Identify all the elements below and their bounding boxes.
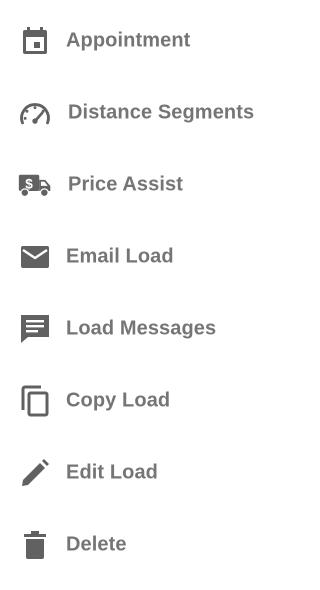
menu-item-label: Email Load <box>66 245 174 268</box>
menu-item-label: Copy Load <box>66 389 171 412</box>
menu-item-copy-load[interactable]: Copy Load <box>0 373 270 429</box>
menu-item-distance-segments[interactable]: Distance Segments <box>0 85 270 141</box>
menu-item-label: Edit Load <box>66 461 159 484</box>
context-menu: Appointment Distance Segments $ Price As… <box>0 0 270 590</box>
menu-item-label: Load Messages <box>66 317 217 340</box>
menu-item-label: Price Assist <box>68 173 183 196</box>
envelope-icon <box>18 240 52 274</box>
dollar-truck-icon: $ <box>18 168 52 202</box>
menu-item-edit-load[interactable]: Edit Load <box>0 445 270 501</box>
menu-item-delete[interactable]: Delete <box>0 517 270 573</box>
trash-icon <box>18 528 52 562</box>
menu-item-email-load[interactable]: Email Load <box>0 229 270 285</box>
pencil-icon <box>18 456 52 490</box>
speedometer-icon <box>18 96 52 130</box>
copy-icon <box>18 384 52 418</box>
menu-item-label: Appointment <box>66 29 191 52</box>
menu-item-label: Distance Segments <box>68 101 255 124</box>
message-icon <box>18 312 52 346</box>
svg-text:$: $ <box>25 176 33 191</box>
menu-item-label: Delete <box>66 533 127 556</box>
menu-item-price-assist[interactable]: $ Price Assist <box>0 157 270 213</box>
menu-item-appointment[interactable]: Appointment <box>0 13 270 69</box>
menu-item-load-messages[interactable]: Load Messages <box>0 301 270 357</box>
calendar-icon <box>18 24 52 58</box>
